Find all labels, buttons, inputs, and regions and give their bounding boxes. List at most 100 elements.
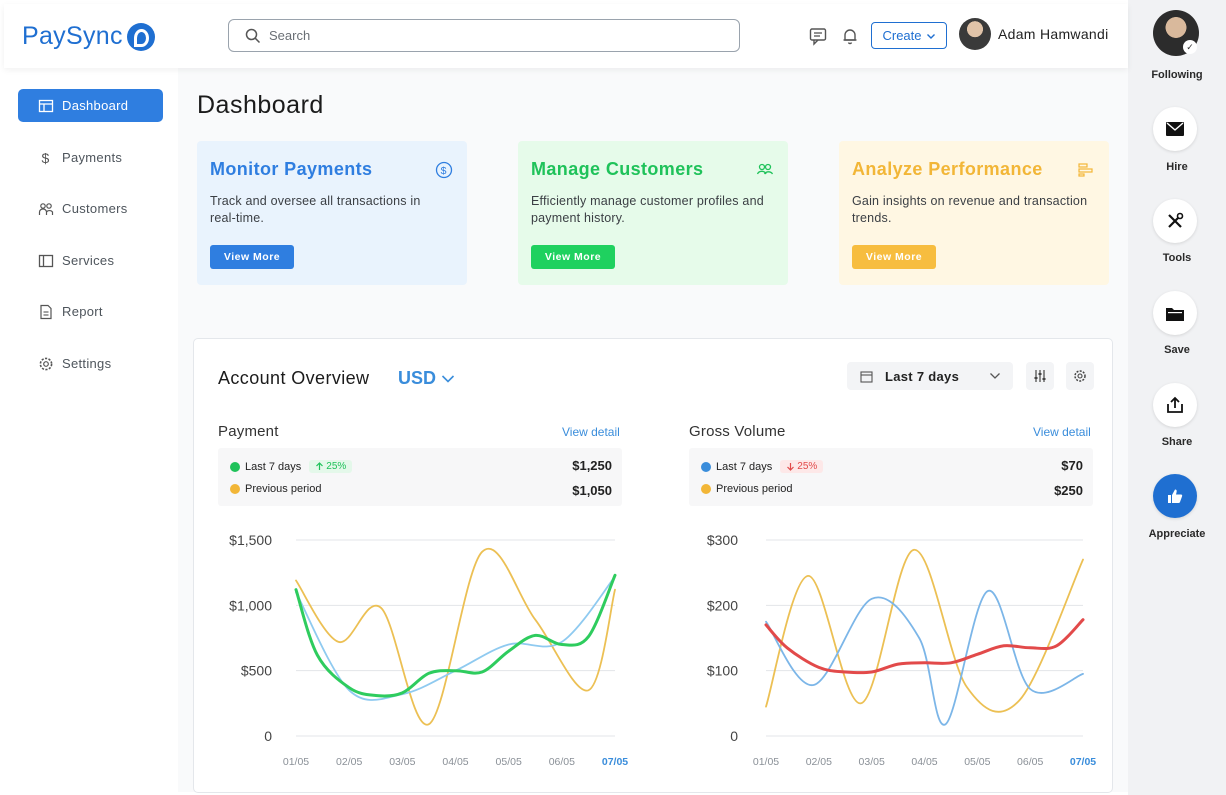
view-detail-link[interactable]: View detail: [1033, 425, 1091, 439]
document-icon: [38, 304, 54, 320]
thumbs-up-icon: [1168, 489, 1183, 503]
search-bar[interactable]: [228, 19, 740, 52]
currency-dropdown[interactable]: USD: [398, 368, 455, 389]
following-label[interactable]: Following: [1128, 69, 1226, 81]
sidebar-item-report[interactable]: Report: [18, 295, 163, 328]
current-value: $70: [1061, 458, 1083, 473]
x-tick-label: 04/05: [911, 756, 937, 768]
legend-label: Previous period: [716, 483, 793, 495]
create-button[interactable]: Create: [871, 22, 947, 49]
check-icon: ✓: [1183, 40, 1197, 54]
date-range-select[interactable]: Last 7 days: [847, 362, 1013, 390]
y-tick-label: $300: [707, 532, 738, 548]
logo[interactable]: PaySync: [22, 22, 155, 51]
sidebar-item-dashboard[interactable]: Dashboard: [18, 89, 163, 122]
x-tick-label: 07/05: [1070, 756, 1096, 768]
search-input[interactable]: [269, 28, 689, 43]
page-title: Dashboard: [197, 91, 324, 119]
sidebar-item-label: Settings: [62, 356, 112, 371]
sidebar: Dashboard $ Payments Customers Services …: [4, 68, 178, 792]
chevron-down-icon: [990, 373, 1000, 379]
appreciate-button[interactable]: [1153, 474, 1197, 518]
layout-icon: [38, 98, 54, 114]
payment-title: Payment: [218, 423, 279, 440]
currency-label: USD: [398, 368, 437, 388]
save-label: Save: [1164, 344, 1190, 356]
bell-icon[interactable]: [840, 26, 860, 46]
payment-chart: $1,500 $1,000 $500 0 01/05 02/05 03/05 04/05 05/…: [229, 532, 628, 768]
x-tick-label: 01/05: [283, 756, 309, 768]
tools-label: Tools: [1162, 252, 1192, 264]
svg-text:$: $: [42, 150, 50, 166]
save-button[interactable]: [1153, 291, 1197, 335]
mail-icon: [1166, 122, 1184, 136]
x-tick-label: 04/05: [442, 756, 468, 768]
change-down-badge: 25%: [780, 460, 824, 473]
monitor-payments-card: Monitor Payments Track and oversee all t…: [197, 141, 467, 285]
hire-button[interactable]: [1153, 107, 1197, 151]
legend-dot-green: [230, 461, 240, 472]
arrow-up-icon: [316, 462, 324, 470]
share-icon: [1167, 396, 1183, 413]
sidebar-item-label: Report: [62, 304, 103, 319]
search-icon: [245, 28, 261, 43]
view-more-button[interactable]: View More: [210, 245, 294, 269]
create-label: Create: [882, 28, 922, 43]
view-more-button[interactable]: View More: [852, 245, 936, 269]
appreciate-label: Appreciate: [1148, 528, 1206, 540]
share-button[interactable]: [1153, 383, 1197, 427]
users-icon: [38, 201, 54, 217]
user-menu[interactable]: Adam Hamwandi: [959, 18, 1109, 50]
sidebar-item-label: Customers: [62, 201, 128, 216]
logo-text: PaySync: [22, 22, 123, 50]
view-detail-link[interactable]: View detail: [562, 425, 620, 439]
right-rail: ✓ Following Hire Tools Save Share Apprec…: [1128, 0, 1226, 795]
chevron-down-icon: [926, 33, 935, 39]
x-tick-label: 03/05: [859, 756, 885, 768]
current-value: $1,250: [572, 458, 612, 473]
legend-label: Previous period: [245, 483, 322, 495]
card-description: Track and oversee all transactions in re…: [210, 194, 421, 225]
x-tick-label: 07/05: [602, 756, 628, 768]
sliders-icon: [1034, 370, 1046, 382]
gross-volume-chart: $300 $200 $100 0 01/05 02/05 03/05 04/05 05/05 06…: [707, 532, 1096, 768]
account-overview-panel: Account Overview USD Last 7 days Payment…: [193, 338, 1113, 793]
legend-dot-yellow: [701, 484, 711, 494]
logo-p-icon: [126, 22, 155, 51]
gear-icon: [1074, 370, 1086, 382]
y-tick-label: $1,000: [229, 597, 272, 613]
users-icon: [756, 163, 774, 175]
y-tick-label: $1,500: [229, 532, 272, 548]
date-range-label: Last 7 days: [885, 368, 960, 384]
x-tick-label: 02/05: [806, 756, 832, 768]
sidebar-item-payments[interactable]: $ Payments: [18, 141, 163, 174]
sidebar-item-settings[interactable]: Settings: [18, 347, 163, 380]
y-tick-label: $500: [241, 663, 272, 679]
legend-dot-yellow: [230, 484, 240, 494]
settings-button[interactable]: [1066, 362, 1094, 390]
x-tick-label: 05/05: [496, 756, 522, 768]
avatar: [959, 18, 991, 50]
x-tick-label: 02/05: [336, 756, 362, 768]
series-line: [765, 590, 1084, 726]
x-tick-label: 06/05: [549, 756, 575, 768]
manage-customers-card: Manage Customers Efficiently manage cust…: [518, 141, 788, 285]
view-more-button[interactable]: View More: [531, 245, 615, 269]
sidebar-item-customers[interactable]: Customers: [18, 192, 163, 225]
filter-button[interactable]: [1026, 362, 1054, 390]
tools-button[interactable]: [1153, 199, 1197, 243]
app-window: PaySync Create Adam Hamwandi Dashboard $…: [4, 4, 1128, 793]
dollar-icon: $: [38, 150, 54, 166]
folder-icon: [1166, 307, 1184, 321]
x-tick-label: 05/05: [964, 756, 990, 768]
legend-current: Last 7 days 25%: [701, 460, 824, 473]
previous-value: $250: [1054, 483, 1083, 498]
tools-icon: [1168, 212, 1184, 228]
card-description: Efficiently manage customer profiles and…: [531, 194, 764, 225]
bar-chart-icon: [1078, 163, 1093, 177]
change-value: 25%: [326, 461, 347, 472]
sidebar-item-services[interactable]: Services: [18, 244, 163, 277]
message-icon[interactable]: [808, 26, 828, 46]
card-description: Gain insights on revenue and transaction…: [852, 194, 1088, 225]
dollar-circle-icon: $: [435, 161, 453, 179]
